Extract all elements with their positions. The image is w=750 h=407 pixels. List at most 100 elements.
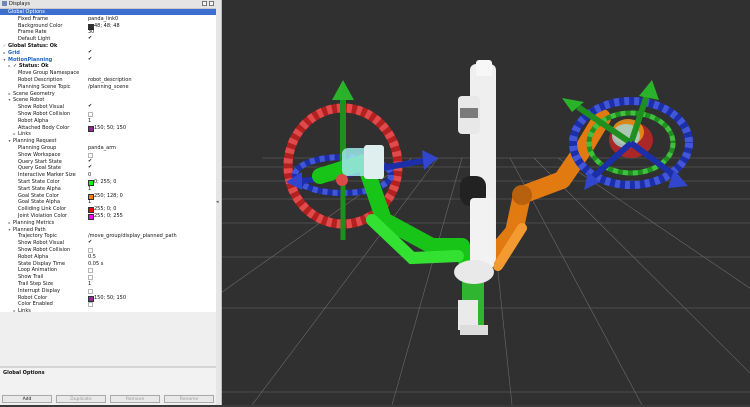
tree-row[interactable]: Robot Description robot_description [0,77,216,83]
tree-row[interactable]: Joint Violation Color 255; 0; 255 [0,213,216,220]
tree-row-value[interactable]: /planning_scene [88,84,129,90]
tree-row[interactable]: ▸ Scene Geometry [0,91,216,97]
expand-arrow-icon[interactable]: ▾ [7,97,12,103]
expand-arrow-icon[interactable]: ▾ [2,57,7,63]
tree-row-value[interactable]: 1 [88,281,91,287]
tree-row-value[interactable]: 250; 128; 0 [94,193,123,199]
tree-row[interactable]: Show Robot Visual ✔ [0,104,216,111]
checkbox-unchecked[interactable] [88,248,93,253]
expand-arrow-icon[interactable]: ▸ [7,91,12,97]
tree-row-value[interactable]: 1 [88,186,91,192]
tree-row[interactable]: Interactive Marker Size 0 [0,172,216,178]
tree-row[interactable]: ▸ Planning Metrics [0,220,216,226]
remove-button[interactable]: Remove [110,395,160,403]
tree-row[interactable]: Show Robot Visual ✔ [0,240,216,247]
tree-row-value[interactable]: 48; 48; 48 [94,23,120,29]
tree-row-value[interactable]: panda_link0 [88,16,118,22]
tree-row[interactable]: Planning Group panda_arm [0,145,216,151]
tree-row[interactable]: Trajectory Topic/move_group/display_plan… [0,233,216,239]
tree-row-value[interactable]: 255; 0; 0 [94,206,116,212]
checkbox-checked[interactable]: ✔ [88,165,93,170]
tree-row-value[interactable]: 150; 50; 150 [94,295,126,301]
duplicate-button[interactable]: Duplicate [56,395,106,403]
tree-row[interactable]: State Display Time 0.05 s [0,261,216,267]
tree-row[interactable]: ✓ Global Status: Ok [0,43,216,49]
expand-arrow-icon[interactable]: ▸ [7,220,12,226]
display-tree[interactable]: ▾ Global Options Fixed Frame panda_link0 Bac… [0,9,216,312]
tree-row-value[interactable]: 0 [88,172,91,178]
expand-arrow-icon[interactable]: ▾ [7,138,12,144]
expand-arrow-icon[interactable]: ▾ [2,9,7,15]
tree-row[interactable]: Planning Scene Topic/planning_scene [0,84,216,90]
tree-row-value[interactable]: /move_group/display_planned_path [88,233,177,239]
tree-row[interactable]: Show Robot Collision [0,111,216,117]
close-button[interactable] [209,1,214,6]
checkbox-checked[interactable]: ✔ [88,49,93,55]
tree-row-value[interactable]: 0.05 s [88,261,103,267]
tree-row[interactable]: ▸ Links [0,131,216,137]
checkbox-unchecked[interactable] [88,275,93,281]
tree-row[interactable]: ▸ ✓ Status: Ok [0,63,216,69]
tree-row[interactable]: Show Workspace [0,152,216,158]
tree-row[interactable]: Default Light ✔ [0,36,216,43]
tree-row[interactable]: Start State Alpha 1 [0,186,216,192]
checkbox-checked[interactable]: ✔ [88,158,93,164]
checkbox-checked[interactable]: ✔ [88,240,93,245]
tree-row[interactable]: Goal State Alpha 1 [0,199,216,205]
tree-row[interactable]: Goal State Color 250; 128; 0 [0,193,216,200]
checkbox-unchecked[interactable] [88,268,93,274]
tree-row[interactable]: Frame Rate 30 [0,29,216,35]
tree-row-value[interactable]: 0.5 [88,254,96,260]
tree-row[interactable]: Fixed Frame panda_link0 [0,16,216,22]
tree-row[interactable]: ▾ Planned Path [0,227,216,233]
3d-viewport[interactable] [61,0,750,406]
tree-row-value[interactable]: 255; 0; 255 [94,213,123,219]
tree-row-value[interactable]: panda_arm [88,145,116,151]
checkbox-checked[interactable]: ✔ [88,104,93,109]
rename-button[interactable]: Rename [164,395,214,403]
tree-row-value[interactable]: 0; 255; 0 [94,179,116,185]
expand-arrow-icon[interactable]: ▸ [12,308,17,312]
float-button[interactable] [202,1,207,6]
tree-row[interactable]: Loop Animation [0,267,216,274]
tree-row[interactable]: Show Trail [0,274,216,281]
expand-arrow-icon[interactable]: ▸ [7,63,12,69]
tree-row[interactable]: Color Enabled [0,301,216,308]
expand-arrow-icon[interactable]: ▸ [12,131,17,137]
tree-row[interactable]: Interrupt Display [0,288,216,294]
tree-row[interactable]: Show Robot Collision [0,247,216,253]
tree-row[interactable]: Robot Alpha 0.5 [0,254,216,260]
tree-row[interactable]: Move Group Namespace [0,70,216,76]
add-button[interactable]: Add [2,395,52,403]
tree-row[interactable]: ▾ Scene Robot [0,97,216,103]
tree-row-value[interactable]: 1 [88,199,91,205]
expand-arrow-icon[interactable]: ▸ [2,50,7,56]
tree-row[interactable]: Robot Color 150; 50; 150 [0,295,216,302]
collapse-left-icon[interactable]: ◂ [216,199,219,205]
status-ok-icon[interactable]: ✓ [2,43,7,49]
expand-arrow-icon[interactable]: ▾ [7,227,12,233]
tree-row-value[interactable]: robot_description [88,77,132,83]
tree-row[interactable]: ▾ MotionPlanning ✔ [0,56,216,63]
tree-row[interactable]: Query Goal State ✔ [0,165,216,172]
checkbox-checked[interactable]: ✔ [88,56,93,62]
tree-row[interactable]: ▾ Planning Request [0,138,216,144]
tree-row[interactable]: Query Start State ✔ [0,158,216,165]
checkbox-unchecked[interactable] [88,112,93,117]
checkbox-unchecked[interactable] [88,288,93,294]
checkbox-unchecked[interactable] [88,302,93,308]
tree-row[interactable]: Trail Step Size 1 [0,281,216,287]
tree-row[interactable]: Colliding Link Color 255; 0; 0 [0,206,216,214]
tree-row[interactable]: ▸ Grid ✔ [0,49,216,56]
tree-row-value[interactable]: 1 [88,118,91,124]
tree-row-label: Loop Animation [18,267,58,274]
tree-row[interactable]: ▸ Links [0,308,216,312]
tree-row[interactable]: Robot Alpha 1 [0,118,216,124]
tree-row[interactable]: Attached Body Color 150; 50; 150 [0,125,216,132]
checkbox-checked[interactable]: ✔ [88,36,93,41]
tree-row-label: Show Robot Visual [18,104,65,111]
tree-row[interactable]: Background Color 48; 48; 48 [0,23,216,30]
tree-row-value[interactable]: 150; 50; 150 [94,125,126,131]
tree-row[interactable]: Start State Color 0; 255; 0 [0,179,216,186]
tree-row[interactable]: ▾ Global Options [0,9,216,15]
